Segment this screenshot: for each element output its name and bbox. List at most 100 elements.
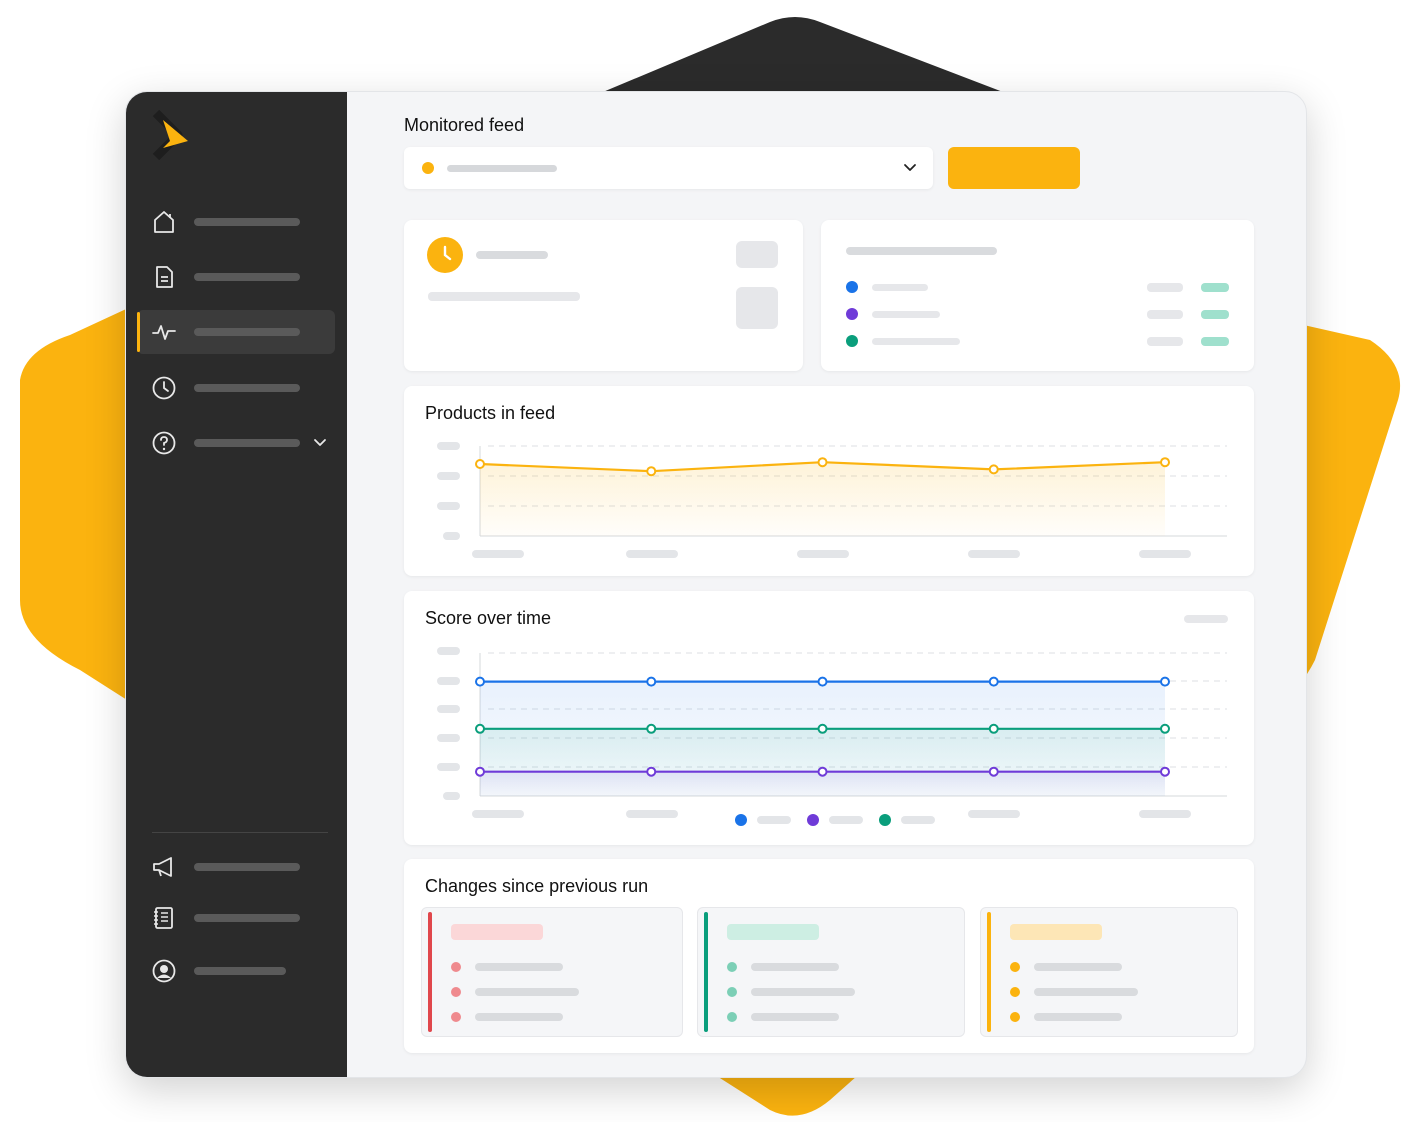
help-icon	[152, 431, 176, 455]
feed-select[interactable]	[404, 147, 933, 189]
data-point	[817, 457, 828, 468]
page-title: Monitored feed	[404, 115, 525, 135]
y-tick-label	[437, 734, 460, 742]
sidebar-item-home[interactable]	[137, 200, 335, 244]
feed-status-dot	[422, 162, 434, 174]
sidebar-item-docs[interactable]	[137, 896, 335, 940]
sidebar	[126, 92, 347, 1077]
change-item-label	[1034, 988, 1138, 996]
change-item-dot	[727, 1012, 737, 1022]
primary-action-button[interactable]	[948, 147, 1080, 189]
data-point	[1160, 723, 1170, 734]
change-item	[1010, 987, 1210, 997]
change-group-accent	[987, 912, 991, 1032]
legend-marker	[735, 814, 747, 826]
change-item-dot	[451, 987, 461, 997]
sidebar-item-label	[194, 328, 300, 336]
change-item	[1010, 1012, 1210, 1022]
data-point	[475, 723, 485, 734]
sidebar-item-activity[interactable]	[137, 310, 335, 354]
change-item	[1010, 962, 1210, 972]
data-point	[646, 766, 657, 777]
change-item-dot	[451, 962, 461, 972]
change-item-label	[1034, 1013, 1122, 1021]
sidebar-item-label	[194, 863, 300, 871]
score-card	[821, 220, 1254, 371]
change-item-dot	[727, 987, 737, 997]
x-tick-label	[797, 550, 849, 558]
change-item	[727, 962, 927, 972]
data-point	[1160, 457, 1170, 468]
sidebar-item-help[interactable]	[137, 421, 335, 465]
activity-icon	[152, 325, 176, 340]
score-chart-card: Score over time	[404, 591, 1254, 845]
sidebar-item-documents[interactable]	[137, 255, 335, 299]
change-item	[727, 1012, 927, 1022]
change-group[interactable]	[421, 907, 683, 1037]
y-tick-label	[443, 792, 460, 800]
home-icon	[154, 211, 174, 233]
change-group-heading	[1010, 924, 1102, 940]
legend-marker	[807, 814, 819, 826]
change-item-dot	[1010, 1012, 1020, 1022]
y-tick-label	[437, 502, 460, 510]
sidebar-item-history[interactable]	[137, 366, 335, 410]
change-item-label	[751, 963, 839, 971]
status-subtitle	[428, 292, 580, 301]
x-tick-label	[968, 550, 1020, 558]
sidebar-item-label	[194, 967, 286, 975]
y-tick-label	[437, 705, 460, 713]
changes-card: Changes since previous run	[404, 859, 1254, 1053]
data-point	[646, 723, 657, 734]
sidebar-item-label	[194, 914, 300, 922]
data-point	[817, 766, 828, 777]
data-point	[988, 676, 999, 687]
legend-label	[757, 816, 791, 824]
sidebar-item-label	[194, 273, 300, 281]
legend-dot-green	[846, 335, 858, 347]
logo-icon[interactable]	[152, 110, 192, 160]
change-group-accent	[428, 912, 432, 1032]
data-point	[817, 676, 828, 687]
data-point	[475, 676, 485, 687]
account-icon	[152, 959, 176, 983]
data-point	[817, 723, 828, 734]
y-tick-label	[443, 532, 460, 540]
change-group[interactable]	[697, 907, 965, 1037]
data-point	[1160, 676, 1170, 687]
change-item-dot	[727, 962, 737, 972]
change-group[interactable]	[980, 907, 1238, 1037]
x-tick-label	[626, 810, 678, 818]
sidebar-item-announcements[interactable]	[137, 845, 335, 889]
score-card-heading	[846, 247, 997, 255]
sidebar-divider	[152, 832, 328, 833]
change-group-heading	[727, 924, 819, 940]
status-card	[404, 220, 803, 371]
main-content: Monitored feed Products in feed Score ov…	[347, 92, 1306, 1077]
change-item-dot	[451, 1012, 461, 1022]
status-heading	[476, 251, 548, 259]
y-tick-label	[437, 442, 460, 450]
data-point	[988, 723, 999, 734]
changes-title: Changes since previous run	[425, 876, 649, 896]
chevron-down-icon[interactable]	[311, 434, 329, 452]
change-item-label	[475, 1013, 563, 1021]
change-item	[451, 962, 651, 972]
y-tick-label	[437, 763, 460, 771]
sidebar-item-account[interactable]	[137, 949, 335, 993]
legend-label	[901, 816, 935, 824]
products-chart	[437, 442, 1227, 558]
feed-select-value	[447, 165, 557, 172]
x-tick-label	[472, 810, 524, 818]
change-item-label	[475, 963, 563, 971]
data-point	[988, 766, 999, 777]
document-icon	[156, 266, 173, 288]
legend-dot-purple	[846, 308, 858, 320]
status-badge	[736, 241, 778, 268]
change-item	[451, 1012, 651, 1022]
change-item-label	[1034, 963, 1122, 971]
sidebar-item-label	[194, 439, 300, 447]
x-tick-label	[1139, 810, 1191, 818]
notebook-icon	[154, 907, 173, 929]
clock-icon	[427, 237, 463, 273]
